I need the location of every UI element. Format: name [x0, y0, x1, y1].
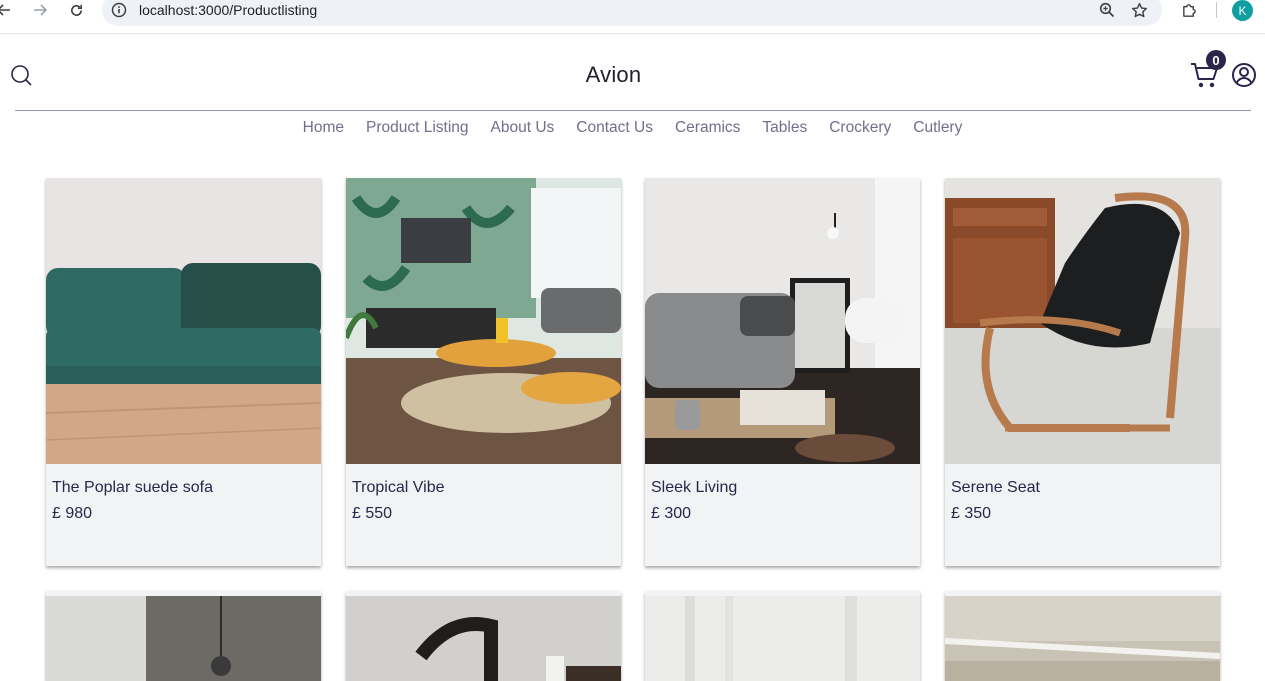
header-divider [15, 110, 1251, 111]
product-price: £ 980 [52, 505, 93, 522]
product-price: £ 550 [352, 505, 393, 522]
product-title[interactable]: The Poplar suede sofa [52, 479, 213, 497]
category-nav: Home Product Listing About Us Contact Us… [0, 119, 1265, 137]
nav-link-tables[interactable]: Tables [762, 119, 807, 137]
product-image[interactable] [645, 596, 920, 681]
back-icon[interactable] [0, 0, 14, 20]
nav-link-about-us[interactable]: About Us [491, 119, 555, 137]
extensions-icon[interactable] [1179, 0, 1199, 20]
url-text[interactable]: localhost:3000/Productlisting [139, 2, 317, 18]
product-title[interactable]: Serene Seat [951, 479, 1040, 497]
nav-link-home[interactable]: Home [303, 119, 344, 137]
product-card[interactable] [346, 591, 621, 681]
product-image[interactable] [945, 596, 1220, 681]
user-account-icon[interactable] [1231, 62, 1257, 88]
site-info-icon[interactable] [110, 1, 128, 19]
product-title[interactable]: Tropical Vibe [352, 479, 445, 497]
nav-link-cutlery[interactable]: Cutlery [913, 119, 962, 137]
product-card[interactable]: Sleek Living £ 300 [645, 178, 920, 566]
product-card[interactable]: Serene Seat £ 350 [945, 178, 1220, 566]
product-card[interactable] [46, 591, 321, 681]
toolbar-divider [1216, 2, 1217, 18]
nav-link-crockery[interactable]: Crockery [829, 119, 891, 137]
product-title[interactable]: Sleek Living [651, 479, 737, 497]
product-image-sleek-living[interactable] [645, 178, 920, 464]
product-card[interactable] [945, 591, 1220, 681]
product-image-serene-seat[interactable] [945, 178, 1220, 464]
product-price: £ 350 [951, 505, 992, 522]
product-image[interactable] [346, 596, 621, 681]
profile-avatar[interactable]: K [1232, 0, 1253, 21]
product-price: £ 300 [651, 505, 692, 522]
product-image-tropical-room[interactable] [346, 178, 621, 464]
reload-icon[interactable] [66, 0, 86, 20]
nav-link-product-listing[interactable]: Product Listing [366, 119, 469, 137]
nav-link-contact-us[interactable]: Contact Us [576, 119, 653, 137]
cart-count-badge: 0 [1206, 50, 1226, 70]
nav-link-ceramics[interactable]: Ceramics [675, 119, 740, 137]
zoom-icon[interactable] [1097, 0, 1117, 20]
product-image[interactable] [46, 596, 321, 681]
browser-toolbar: localhost:3000/Productlisting K [0, 0, 1265, 34]
product-card[interactable]: The Poplar suede sofa £ 980 [46, 178, 321, 566]
product-card[interactable]: Tropical Vibe £ 550 [346, 178, 621, 566]
product-image-sofa[interactable] [46, 178, 321, 464]
forward-icon[interactable] [30, 0, 50, 20]
product-card[interactable] [645, 591, 920, 681]
bookmark-star-icon[interactable] [1129, 0, 1149, 20]
brand-logo[interactable]: Avion [0, 62, 1227, 88]
